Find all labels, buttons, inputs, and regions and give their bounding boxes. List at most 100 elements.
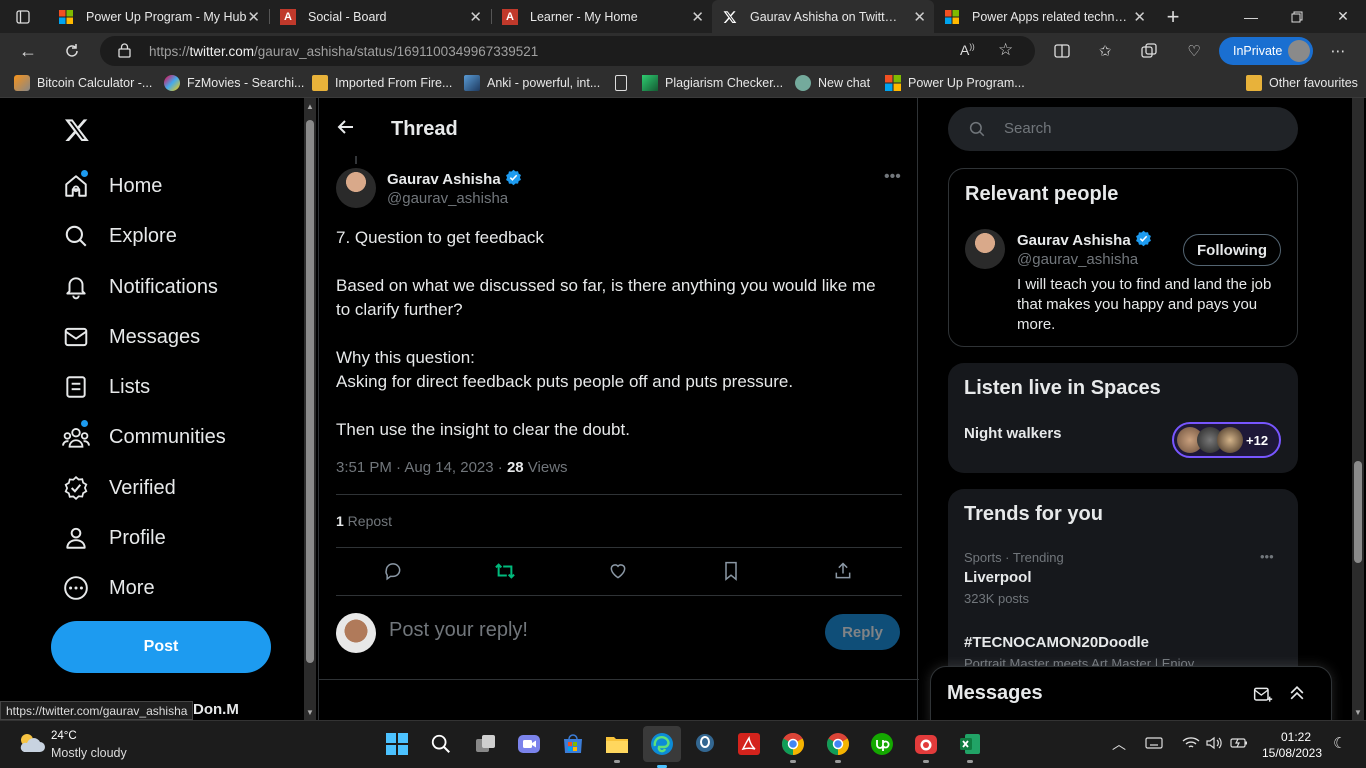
file-explorer-icon[interactable]: [604, 731, 630, 763]
close-tab-icon[interactable]: ✕: [913, 8, 926, 26]
bookmark-icon[interactable]: [720, 560, 742, 582]
nav-communities[interactable]: Communities: [62, 423, 226, 451]
expand-drawer-icon[interactable]: [1287, 683, 1307, 708]
performance-icon[interactable]: ♡: [1184, 41, 1204, 61]
nav-explore[interactable]: Explore: [62, 222, 177, 250]
post-button[interactable]: Post: [51, 621, 271, 673]
close-tab-icon[interactable]: ✕: [1133, 8, 1146, 26]
browser-tab-learner[interactable]: A Learner - My Home ✕: [492, 0, 712, 33]
wifi-icon[interactable]: [1182, 736, 1200, 753]
other-favourites[interactable]: Other favourites: [1246, 75, 1358, 91]
more-options-icon[interactable]: •••: [884, 168, 901, 186]
trend-name[interactable]: #TECNOCAMON20Doodle: [964, 634, 1149, 651]
right-scrollbar[interactable]: ▼: [1352, 98, 1364, 720]
windows-start-icon[interactable]: [384, 731, 410, 757]
favourite-item[interactable]: Imported From Fire...: [312, 75, 452, 91]
settings-more-icon[interactable]: ⋯: [1328, 41, 1348, 61]
edge-browser-icon[interactable]: [643, 726, 681, 768]
volume-icon[interactable]: [1206, 736, 1224, 753]
like-icon[interactable]: [607, 560, 629, 582]
excel-icon[interactable]: [957, 731, 983, 763]
new-tab-icon[interactable]: +: [1150, 0, 1196, 33]
browser-tab-social-board[interactable]: A Social - Board ✕: [270, 0, 490, 33]
favourite-item[interactable]: Anki - powerful, int...: [464, 75, 600, 91]
page-scrollbar[interactable]: ▲ ▼: [304, 98, 316, 720]
microsoft-store-icon[interactable]: [560, 731, 586, 757]
task-view-icon[interactable]: [473, 731, 499, 757]
minimize-icon[interactable]: —: [1228, 0, 1274, 33]
show-hidden-icons-icon[interactable]: ︿: [1112, 734, 1126, 754]
browser-tab-power-apps[interactable]: Power Apps related technolog ✕: [934, 0, 1154, 33]
close-tab-icon[interactable]: ✕: [469, 8, 482, 26]
favourite-item[interactable]: Power Up Program...: [885, 75, 1025, 91]
focus-moon-icon[interactable]: ☾: [1333, 734, 1346, 752]
lock-icon[interactable]: [118, 43, 131, 63]
share-icon[interactable]: [832, 560, 854, 582]
repost-icon[interactable]: [494, 560, 516, 582]
nav-notifications[interactable]: Notifications: [62, 273, 218, 301]
chrome-profile-icon[interactable]: [780, 731, 806, 763]
nav-more[interactable]: More: [62, 574, 155, 602]
browser-tab-power-up[interactable]: Power Up Program - My Hub ✕: [48, 0, 268, 33]
tab-actions-icon[interactable]: [0, 0, 46, 33]
nav-verified[interactable]: Verified: [62, 474, 176, 502]
nav-profile[interactable]: Profile: [62, 524, 166, 552]
author-handle[interactable]: @gaurav_ashisha: [387, 190, 508, 207]
scrollbar-thumb[interactable]: [306, 120, 314, 663]
scrollbar-thumb[interactable]: [1354, 461, 1362, 563]
read-aloud-icon[interactable]: A)): [960, 42, 975, 58]
reply-input[interactable]: Post your reply!: [389, 619, 528, 642]
collections-icon[interactable]: [1139, 41, 1159, 61]
nav-lists[interactable]: Lists: [62, 373, 150, 401]
following-button[interactable]: Following: [1183, 234, 1281, 266]
upwork-icon[interactable]: [869, 731, 895, 757]
person-avatar[interactable]: [965, 229, 1005, 269]
author-name[interactable]: Gaurav Ashisha: [387, 169, 522, 190]
weather-cloud-icon[interactable]: [16, 730, 46, 756]
space-listeners[interactable]: +12: [1172, 422, 1281, 458]
favourite-item[interactable]: Bitcoin Calculator -...: [14, 75, 152, 91]
clock-time[interactable]: 01:22: [1266, 730, 1326, 744]
nav-home[interactable]: Home: [62, 172, 162, 200]
scroll-up-icon[interactable]: ▲: [306, 102, 314, 111]
restore-icon[interactable]: [1274, 0, 1320, 33]
clock-date[interactable]: 15/08/2023: [1258, 746, 1326, 760]
close-tab-icon[interactable]: ✕: [247, 8, 260, 26]
person-handle[interactable]: @gaurav_ashisha: [1017, 251, 1138, 268]
weather-temp[interactable]: 24°C: [51, 730, 77, 742]
trend-more-icon[interactable]: •••: [1260, 549, 1274, 564]
trend-name[interactable]: Liverpool: [964, 569, 1032, 586]
close-window-icon[interactable]: ✕: [1320, 0, 1366, 33]
inprivate-button[interactable]: InPrivate: [1219, 37, 1313, 65]
space-name[interactable]: Night walkers: [964, 425, 1062, 442]
favourite-item[interactable]: FzMovies - Searchi...: [164, 75, 304, 91]
screen-recorder-icon[interactable]: [913, 731, 939, 763]
search-box[interactable]: Search: [948, 107, 1298, 151]
favourite-item[interactable]: New chat: [795, 75, 870, 91]
teams-chat-icon[interactable]: [516, 731, 542, 757]
refresh-icon[interactable]: [60, 39, 84, 63]
search-input[interactable]: Search: [1004, 120, 1052, 137]
search-icon[interactable]: [428, 731, 454, 757]
tweet-timestamp[interactable]: 3:51 PM · Aug 14, 2023 ·: [336, 459, 507, 476]
author-avatar[interactable]: [336, 168, 376, 208]
postgresql-icon[interactable]: [692, 731, 718, 757]
back-icon[interactable]: ←: [16, 39, 40, 63]
person-name[interactable]: Gaurav Ashisha: [1017, 230, 1152, 251]
favourite-item[interactable]: Plagiarism Checker...: [615, 75, 783, 91]
close-tab-icon[interactable]: ✕: [691, 8, 704, 26]
reply-icon[interactable]: [382, 560, 404, 582]
nav-messages[interactable]: Messages: [62, 323, 200, 351]
battery-icon[interactable]: [1230, 736, 1248, 753]
reply-button[interactable]: Reply: [825, 614, 900, 650]
new-message-icon[interactable]: [1253, 685, 1273, 710]
user-avatar[interactable]: [336, 613, 376, 653]
account-name[interactable]: Don.M: [193, 701, 239, 718]
favourite-star-icon[interactable]: ☆: [998, 40, 1013, 60]
weather-desc[interactable]: Mostly cloudy: [51, 746, 127, 760]
address-bar[interactable]: https://twitter.com/gaurav_ashisha/statu…: [100, 36, 1035, 66]
back-arrow-icon[interactable]: [336, 117, 356, 142]
scroll-down-icon[interactable]: ▼: [306, 708, 314, 717]
repost-stats[interactable]: 1 Repost: [336, 513, 392, 529]
x-logo-icon[interactable]: [63, 117, 91, 148]
